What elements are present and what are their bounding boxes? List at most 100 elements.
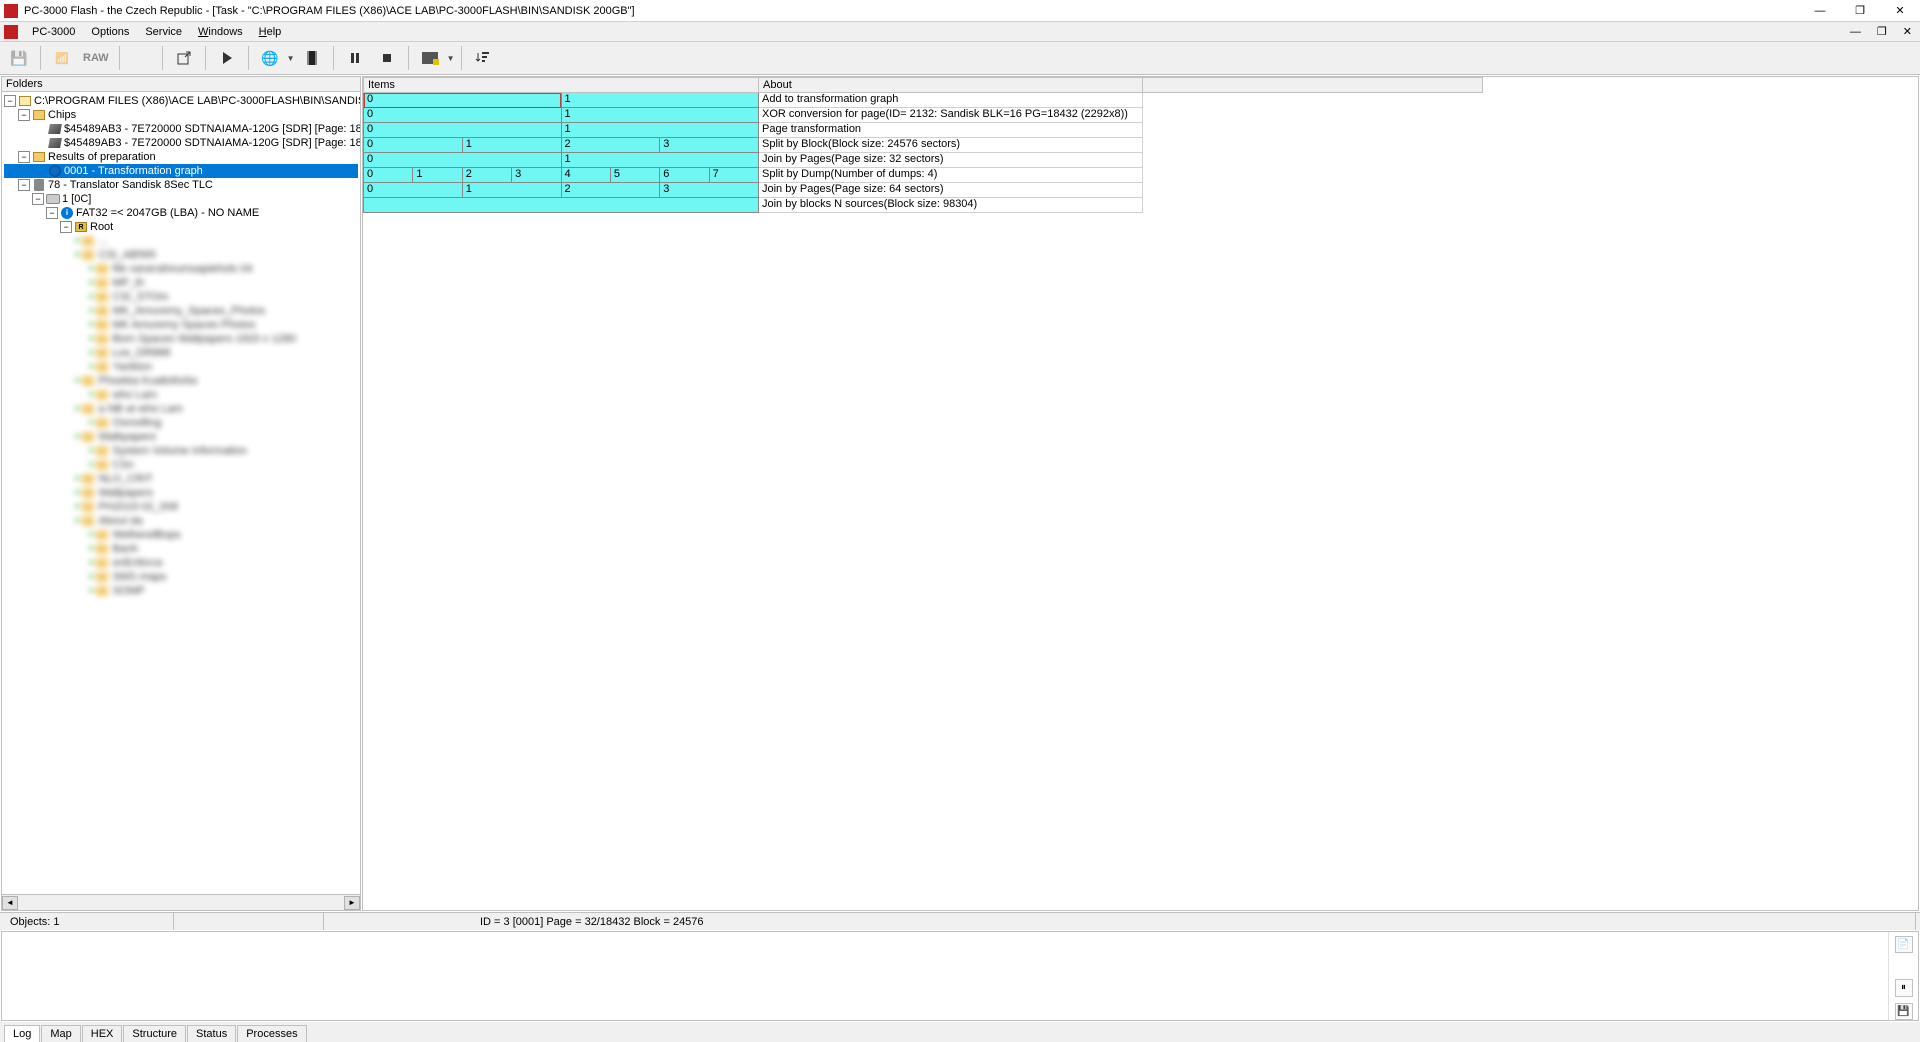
tree-blurred-item[interactable]: +Wallpapers: [4, 486, 358, 500]
tree-blurred-item[interactable]: +SMS maps: [4, 570, 358, 584]
tree-fat32[interactable]: − i FAT32 =< 2047GB (LBA) - NO NAME: [4, 206, 358, 220]
toolbar: 💾 📶 RAW 🌐▼ ▼: [0, 42, 1920, 75]
grid-row[interactable]: 01XOR conversion for page(ID= 2132: Sand…: [364, 108, 1483, 123]
tree-blurred-item[interactable]: +who Lam: [4, 388, 358, 402]
tab-map[interactable]: Map: [41, 1025, 80, 1042]
child-close-button[interactable]: ✕: [1895, 23, 1920, 40]
tree-chips[interactable]: − Chips: [4, 108, 358, 122]
tree-blurred-items: +... +CSI_AB565+file vanerahnumsapiehols…: [4, 234, 358, 598]
collapse-icon[interactable]: −: [32, 193, 44, 205]
tree-blurred-item[interactable]: +Bom Spaces Wallpapers 1920 x 1280: [4, 332, 358, 346]
tab-processes[interactable]: Processes: [237, 1025, 306, 1042]
tree-chip-1[interactable]: $45489AB3 - 7E720000 SDTNAIAMA-120G [SDR…: [4, 122, 358, 136]
toolbar-stop-button[interactable]: [372, 44, 402, 72]
folder-hscrollbar[interactable]: ◄ ►: [2, 894, 360, 910]
tree-blurred-item[interactable]: +NLO_CRIT: [4, 472, 358, 486]
tree-blurred-item[interactable]: +onEnforce: [4, 556, 358, 570]
tree-blurred-item[interactable]: +CSI_AB565: [4, 248, 358, 262]
tree-root[interactable]: − R Root: [4, 220, 358, 234]
toolbar-chip-button[interactable]: [297, 44, 327, 72]
tree-blurred-item[interactable]: +MP_th: [4, 276, 358, 290]
tree-results[interactable]: − Results of preparation: [4, 150, 358, 164]
child-minimize-button[interactable]: —: [1842, 24, 1869, 40]
toolbar-aux1-button[interactable]: [126, 44, 156, 72]
app-icon: [4, 4, 18, 18]
grid-row[interactable]: Join by blocks N sources(Block size: 983…: [364, 198, 1483, 213]
col-items[interactable]: Items: [364, 78, 759, 93]
tab-status[interactable]: Status: [187, 1025, 236, 1042]
tree-blurred-item[interactable]: +Walkpapers: [4, 430, 358, 444]
toolbar-save-button[interactable]: 💾: [4, 44, 34, 72]
scroll-right-icon[interactable]: ►: [344, 896, 360, 910]
grid-row[interactable]: 01Page transformation: [364, 123, 1483, 138]
tree-blurred-item[interactable]: +About da: [4, 514, 358, 528]
log-copy-button[interactable]: 📄: [1895, 936, 1913, 953]
toolbar-chipdd-button[interactable]: ▼: [415, 44, 455, 72]
tree-blurred-item[interactable]: +...: [4, 234, 358, 248]
toolbar-globe-button[interactable]: 🌐▼: [255, 44, 295, 72]
tree-translator[interactable]: − 78 - Translator Sandisk 8Sec TLC: [4, 178, 358, 192]
toolbar-export-button[interactable]: [169, 44, 199, 72]
tree-blurred-item[interactable]: +CSI_STOm: [4, 290, 358, 304]
folders-header: Folders: [2, 77, 360, 92]
toolbar-sort-button[interactable]: [468, 44, 498, 72]
collapse-icon[interactable]: −: [18, 109, 30, 121]
status-empty2: [324, 913, 474, 930]
menu-options[interactable]: Options: [83, 24, 137, 40]
tab-structure[interactable]: Structure: [123, 1025, 186, 1042]
transformation-grid[interactable]: ItemsAbout01Add to transformation graph0…: [363, 77, 1483, 213]
tree-blurred-item[interactable]: +CSn: [4, 458, 358, 472]
menu-windows[interactable]: Windows: [190, 24, 251, 40]
tree-transformation-graph[interactable]: 0001 - Transformation graph: [4, 164, 358, 178]
tree-blurred-item[interactable]: +MK Amuremy Spaces Photos: [4, 318, 358, 332]
log-pause-button[interactable]: ⏸: [1895, 979, 1913, 996]
tab-log[interactable]: Log: [4, 1025, 40, 1042]
collapse-icon[interactable]: −: [4, 95, 16, 107]
log-content[interactable]: [2, 932, 1888, 1020]
scroll-left-icon[interactable]: ◄: [2, 896, 18, 910]
tree-drive[interactable]: − 1 [0C]: [4, 192, 358, 206]
collapse-icon[interactable]: −: [46, 207, 58, 219]
grid-about-cell: Split by Dump(Number of dumps: 4): [759, 168, 1143, 183]
minimize-button[interactable]: —: [1800, 1, 1840, 21]
tree-chip-2[interactable]: $45489AB3 - 7E720000 SDTNAIAMA-120G [SDR…: [4, 136, 358, 150]
maximize-button[interactable]: ❐: [1840, 1, 1880, 21]
collapse-icon[interactable]: −: [60, 221, 72, 233]
folder-tree[interactable]: − C:\PROGRAM FILES (X86)\ACE LAB\PC-3000…: [2, 92, 360, 894]
tab-hex[interactable]: HEX: [82, 1025, 123, 1042]
grid-row[interactable]: 0123Split by Block(Block size: 24576 sec…: [364, 138, 1483, 153]
collapse-icon[interactable]: −: [18, 179, 30, 191]
tree-blurred-item[interactable]: +MK_Amuremy_Spaces_Photos: [4, 304, 358, 318]
grid-row[interactable]: 01234567Split by Dump(Number of dumps: 4…: [364, 168, 1483, 183]
grid-about-cell: Add to transformation graph: [759, 93, 1143, 108]
tree-blurred-item[interactable]: +file vanerahnumsapiehols 04: [4, 262, 358, 276]
tree-blurred-item[interactable]: +Osmolling: [4, 416, 358, 430]
status-objects: Objects: 1: [4, 913, 174, 930]
toolbar-raw-label[interactable]: RAW: [79, 52, 113, 64]
tree-blurred-item[interactable]: +SOMP: [4, 584, 358, 598]
tree-blurred-item[interactable]: +System Volume Information: [4, 444, 358, 458]
menu-help[interactable]: Help: [251, 24, 290, 40]
tree-blurred-item[interactable]: +Banh: [4, 542, 358, 556]
grid-row[interactable]: 01Join by Pages(Page size: 32 sectors): [364, 153, 1483, 168]
tree-task-root[interactable]: − C:\PROGRAM FILES (X86)\ACE LAB\PC-3000…: [4, 94, 358, 108]
tree-blurred-item[interactable]: +PH2019 02_008: [4, 500, 358, 514]
grid-about-cell: Split by Block(Block size: 24576 sectors…: [759, 138, 1143, 153]
tree-blurred-item[interactable]: +Phoebia Kualtoforbs: [4, 374, 358, 388]
menu-pc3000[interactable]: PC-3000: [24, 24, 83, 40]
grid-row[interactable]: 0123Join by Pages(Page size: 64 sectors): [364, 183, 1483, 198]
tree-blurred-item[interactable]: +Los_DR888: [4, 346, 358, 360]
grid-row[interactable]: 01Add to transformation graph: [364, 93, 1483, 108]
menu-service[interactable]: Service: [137, 24, 190, 40]
log-save-button[interactable]: 💾: [1895, 1003, 1913, 1020]
tree-blurred-item[interactable]: +Yankton: [4, 360, 358, 374]
collapse-icon[interactable]: −: [18, 151, 30, 163]
tree-blurred-item[interactable]: +WelherelBops: [4, 528, 358, 542]
toolbar-play-button[interactable]: [212, 44, 242, 72]
close-button[interactable]: ✕: [1880, 1, 1920, 21]
toolbar-pause-button[interactable]: [340, 44, 370, 72]
toolbar-signal-button[interactable]: 📶: [47, 44, 77, 72]
child-restore-button[interactable]: ❐: [1869, 23, 1895, 40]
tree-blurred-item[interactable]: +a NB at who Lam: [4, 402, 358, 416]
col-about[interactable]: About: [759, 78, 1143, 93]
